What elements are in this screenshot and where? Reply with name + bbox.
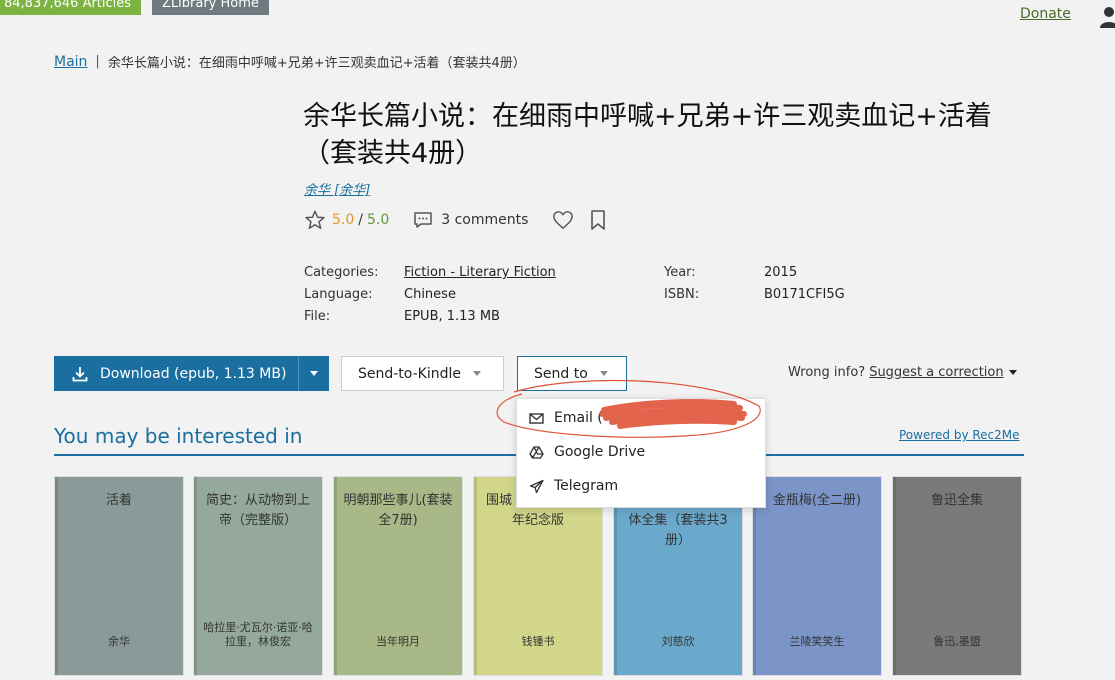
comments-link[interactable]: 3 comments bbox=[441, 212, 528, 228]
heart-icon[interactable] bbox=[552, 210, 574, 230]
bookmark-icon[interactable] bbox=[590, 210, 606, 230]
book-meta-row: 5.0 / 5.0 3 comments bbox=[304, 208, 606, 232]
rating-popularity: 5.0 bbox=[366, 212, 390, 228]
send-to-kindle-button[interactable]: Send-to-Kindle bbox=[341, 356, 504, 391]
book-card[interactable]: 鲁迅全集 鲁迅,墨盟 bbox=[892, 476, 1022, 676]
book-card[interactable]: 活着 余华 bbox=[54, 476, 184, 676]
book-card[interactable]: 金瓶梅(全二册) 兰陵笑笑生 bbox=[752, 476, 882, 676]
book-card-author: 钱锺书 bbox=[521, 635, 555, 648]
download-icon bbox=[72, 366, 88, 381]
book-card-title: 明朝那些事儿(套装全7册) bbox=[343, 493, 453, 528]
categories-link[interactable]: Fiction - Literary Fiction bbox=[404, 262, 556, 284]
book-card-author: 刘慈欣 bbox=[661, 635, 695, 648]
suggest-correction-link[interactable]: Suggest a correction bbox=[869, 365, 1003, 380]
isbn-label: ISBN: bbox=[664, 287, 700, 302]
send-to-google-drive-label: Google Drive bbox=[554, 444, 646, 460]
book-card[interactable]: 简史：从动物到上帝（完整版） 哈拉里·尤瓦尔·诺亚·哈拉里，林俊宏 bbox=[193, 476, 323, 676]
send-to-telegram-label: Telegram bbox=[554, 478, 619, 494]
download-options-button[interactable] bbox=[298, 356, 329, 391]
breadcrumb-separator: | bbox=[95, 54, 100, 69]
comment-icon[interactable] bbox=[413, 211, 433, 229]
wrong-info: Wrong info? Suggest a correction bbox=[788, 365, 1017, 380]
telegram-icon bbox=[529, 479, 544, 493]
year-value: 2015 bbox=[764, 265, 798, 280]
google-drive-icon bbox=[529, 445, 544, 459]
red-scribble-annotation bbox=[496, 379, 761, 438]
user-icon[interactable] bbox=[1100, 6, 1115, 28]
chevron-down-icon[interactable] bbox=[1008, 370, 1017, 375]
language-label: Language: bbox=[304, 287, 373, 302]
send-to-telegram-item[interactable]: Telegram bbox=[517, 471, 765, 501]
book-card-title: 金瓶梅(全二册) bbox=[772, 493, 862, 508]
book-author-link[interactable]: 余华 [余华] bbox=[304, 179, 370, 198]
book-card-title: 鲁迅全集 bbox=[930, 493, 983, 508]
book-card-author: 鲁迅,墨盟 bbox=[933, 635, 981, 648]
file-value: EPUB, 1.13 MB bbox=[404, 309, 500, 324]
chevron-down-icon bbox=[473, 371, 482, 376]
rating-separator: / bbox=[358, 212, 363, 228]
chevron-down-icon bbox=[310, 371, 318, 376]
language-value: Chinese bbox=[404, 287, 456, 302]
book-title: 余华长篇小说：在细雨中呼喊+兄弟+许三观卖血记+活着（套装共4册） bbox=[303, 101, 992, 169]
star-icon[interactable] bbox=[304, 209, 326, 231]
file-label: File: bbox=[304, 309, 331, 324]
categories-label: Categories: bbox=[304, 265, 379, 280]
book-card-author: 兰陵笑笑生 bbox=[789, 635, 845, 648]
articles-count-badge[interactable]: 84,837,646 Articles bbox=[0, 0, 142, 15]
breadcrumb-current: 余华长篇小说：在细雨中呼喊+兄弟+许三观卖血记+活着（套装共4册） bbox=[107, 56, 526, 71]
download-button[interactable]: Download (epub, 1.13 MB) bbox=[54, 356, 298, 391]
book-card-author: 余华 bbox=[108, 635, 130, 648]
send-to-google-drive-item[interactable]: Google Drive bbox=[517, 437, 765, 467]
breadcrumb: Main | 余华长篇小说：在细雨中呼喊+兄弟+许三观卖血记+活着（套装共4册） bbox=[54, 52, 526, 72]
book-card-title: 简史：从动物到上帝（完整版） bbox=[205, 493, 310, 528]
isbn-value: B0171CFI5G bbox=[764, 287, 845, 302]
book-card-title: 体全集（套装共3册） bbox=[628, 513, 728, 548]
donate-link[interactable]: Donate bbox=[1020, 6, 1071, 22]
year-label: Year: bbox=[664, 265, 696, 280]
book-card-author: 哈拉里·尤瓦尔·诺亚·哈拉里，林俊宏 bbox=[203, 621, 313, 648]
book-card-title-partial: 年纪念版 bbox=[511, 513, 564, 528]
breadcrumb-main-link[interactable]: Main bbox=[54, 54, 87, 70]
book-card[interactable]: 明朝那些事儿(套装全7册) 当年明月 bbox=[333, 476, 463, 676]
book-card-author: 当年明月 bbox=[376, 635, 420, 648]
powered-by-link[interactable]: Powered by Rec2Me bbox=[899, 428, 1020, 442]
download-button-label: Download (epub, 1.13 MB) bbox=[100, 365, 287, 382]
interested-title: You may be interested in bbox=[54, 424, 303, 448]
zlibrary-home-link[interactable]: ZLibrary Home bbox=[152, 0, 269, 15]
book-card-title: 活着 bbox=[105, 493, 132, 508]
wrong-info-label: Wrong info? bbox=[788, 365, 866, 380]
rating-quality: 5.0 bbox=[332, 212, 355, 228]
chevron-down-icon bbox=[599, 371, 608, 376]
send-to-kindle-label: Send-to-Kindle bbox=[358, 365, 462, 382]
